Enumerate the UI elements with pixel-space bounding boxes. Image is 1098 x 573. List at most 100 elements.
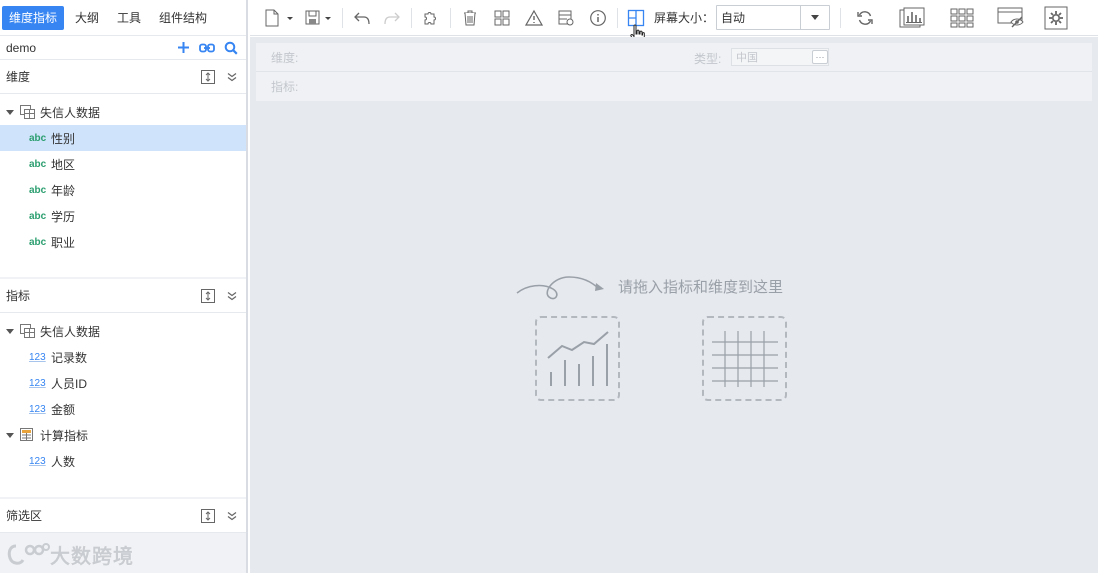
- delete-button[interactable]: [457, 6, 483, 30]
- tree-item-label: 年龄: [51, 183, 76, 198]
- table-settings-button[interactable]: [553, 6, 579, 30]
- watermark-text: 大数跨境: [50, 546, 134, 568]
- undo-button[interactable]: [349, 6, 375, 30]
- tree-spacer: [0, 474, 246, 497]
- caret-down-icon[interactable]: [6, 432, 14, 438]
- watermark: 大数跨境: [6, 540, 134, 569]
- expand-collapse-icon[interactable]: [200, 69, 216, 85]
- dimension-tree: 失信人数据 abc 性别 abc 地区 abc 年龄 abc 学历 abc 职业: [0, 94, 246, 277]
- measure-tree: 失信人数据 123 记录数 123 人员ID 123 金额 计算指标 123 人…: [0, 313, 246, 497]
- expand-collapse-icon[interactable]: [200, 508, 216, 524]
- tab-dimension-measure[interactable]: 维度指标: [2, 5, 65, 30]
- number-type-icon: 123: [29, 377, 46, 389]
- table-grid-button[interactable]: [943, 6, 981, 30]
- dimension-section-header: 维度: [0, 60, 246, 94]
- tree-item-dimension[interactable]: abc 学历: [0, 203, 246, 229]
- toolbar-separator: [450, 7, 451, 28]
- text-type-icon: abc: [29, 210, 47, 222]
- caret-down-icon[interactable]: [800, 6, 829, 29]
- tree-item-label: 人数: [51, 454, 76, 469]
- tab-component-structure[interactable]: 组件结构: [152, 6, 214, 30]
- tab-outline[interactable]: 大纲: [68, 6, 106, 30]
- toolbar-separator: [411, 7, 412, 28]
- type-input[interactable]: 中国 ···: [731, 48, 829, 66]
- tree-item-measure[interactable]: 123 记录数: [0, 344, 246, 370]
- save-button[interactable]: [304, 6, 336, 30]
- table-icon: [20, 324, 35, 339]
- refresh-button[interactable]: [851, 6, 879, 30]
- canvas-area[interactable]: 维度: 类型: 中国 ··· 指标: 请拖入指标和维度到这里: [250, 37, 1098, 573]
- chart-placeholder[interactable]: [535, 316, 620, 401]
- toolbar-separator: [342, 7, 343, 28]
- package-name: demo: [6, 40, 37, 55]
- tree-item-measure[interactable]: 123 人员ID: [0, 370, 246, 396]
- puzzle-plugin-button[interactable]: [418, 6, 444, 30]
- measure-filter-row[interactable]: 指标:: [256, 72, 1092, 101]
- info-icon[interactable]: [585, 6, 611, 30]
- tree-item-measure[interactable]: 123 人数: [0, 448, 246, 474]
- double-chevron-down-icon[interactable]: [224, 508, 240, 524]
- tree-group[interactable]: 失信人数据: [0, 99, 246, 125]
- caret-down-icon[interactable]: [6, 109, 14, 115]
- toolbar-separator: [840, 7, 842, 28]
- table-grid-icon: [711, 330, 778, 387]
- tree-item-dimension[interactable]: abc 职业: [0, 229, 246, 255]
- tree-item-label: 地区: [51, 157, 76, 172]
- tree-item-dimension[interactable]: abc 性别: [0, 125, 246, 151]
- new-file-button[interactable]: [262, 6, 294, 30]
- tree-item-label: 学历: [51, 209, 76, 224]
- double-chevron-down-icon[interactable]: [224, 288, 240, 304]
- package-row: demo: [0, 36, 246, 60]
- table-placeholder[interactable]: [702, 316, 787, 401]
- drop-hint-text: 请拖入指标和维度到这里: [618, 278, 784, 296]
- tree-item-label: 职业: [51, 235, 76, 250]
- number-type-icon: 123: [29, 351, 46, 363]
- tree-spacer: [0, 255, 246, 277]
- tree-item-dimension[interactable]: abc 年龄: [0, 177, 246, 203]
- tree-group-label: 计算指标: [40, 428, 89, 443]
- double-chevron-down-icon[interactable]: [224, 69, 240, 85]
- dimension-filter-label: 维度:: [271, 50, 299, 65]
- number-type-icon: 123: [29, 455, 46, 467]
- toolbar-separator: [617, 7, 618, 28]
- more-button[interactable]: ···: [812, 50, 828, 64]
- toolbar: 屏幕大小： 自动: [250, 0, 1098, 44]
- text-type-icon: abc: [29, 158, 47, 170]
- search-icon[interactable]: [222, 39, 240, 57]
- caret-down-icon[interactable]: [6, 328, 14, 334]
- dimension-filter-row[interactable]: 维度: 类型: 中国 ···: [256, 43, 1092, 72]
- number-type-icon: 123: [29, 403, 46, 415]
- drop-hint: 请拖入指标和维度到这里: [516, 271, 783, 301]
- tree-group[interactable]: 计算指标: [0, 422, 246, 448]
- warning-icon[interactable]: [521, 6, 547, 30]
- measure-filter-label: 指标:: [271, 80, 299, 94]
- tree-item-measure[interactable]: 123 金额: [0, 396, 246, 422]
- redo-button[interactable]: [379, 6, 405, 30]
- layout-grid-button[interactable]: [624, 6, 648, 44]
- expand-collapse-icon[interactable]: [200, 288, 216, 304]
- tree-item-dimension[interactable]: abc 地区: [0, 151, 246, 177]
- layout-columns-button[interactable]: [489, 6, 515, 30]
- tree-item-label: 性别: [51, 131, 76, 146]
- chart-button[interactable]: [893, 6, 931, 30]
- settings-button[interactable]: [1043, 6, 1069, 30]
- text-type-icon: abc: [29, 236, 47, 248]
- filter-section-title: 筛选区: [6, 509, 43, 523]
- tree-item-label: 人员ID: [51, 376, 88, 391]
- hide-preview-button[interactable]: [993, 6, 1031, 30]
- measure-section-header: 指标: [0, 279, 246, 313]
- screen-size-select[interactable]: 自动: [716, 5, 831, 30]
- tab-tools[interactable]: 工具: [110, 6, 148, 30]
- add-icon[interactable]: [174, 39, 192, 57]
- line-chart-icon: [546, 330, 609, 386]
- left-panel: 维度指标 大纲 工具 组件结构 demo 维度 失信人数据 abc 性别 abc…: [0, 0, 248, 573]
- tree-item-label: 金额: [51, 402, 76, 417]
- link-icon[interactable]: [198, 39, 216, 57]
- calculator-table-icon: [20, 428, 35, 443]
- left-panel-tabs: 维度指标 大纲 工具 组件结构: [0, 0, 246, 36]
- type-label: 类型:: [694, 52, 722, 66]
- filter-box: 维度: 类型: 中国 ··· 指标:: [256, 43, 1092, 101]
- screen-size-label: 屏幕大小：: [654, 11, 715, 25]
- tree-group[interactable]: 失信人数据: [0, 318, 246, 344]
- table-icon: [20, 105, 35, 120]
